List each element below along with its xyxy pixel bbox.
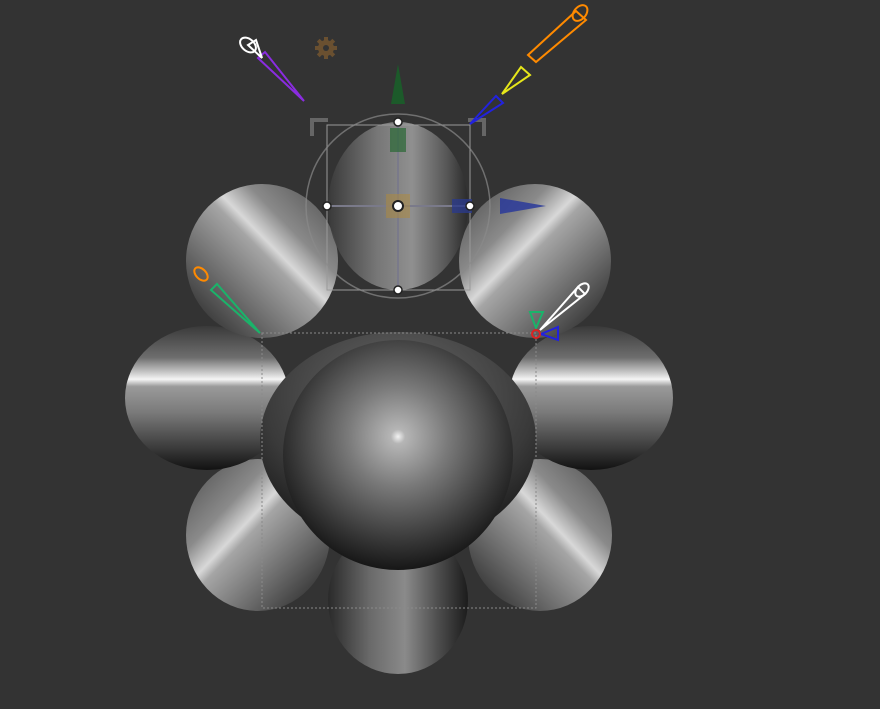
gizmo-point-top[interactable] — [393, 117, 403, 127]
gear-icon[interactable] — [315, 37, 337, 59]
gizmo-y-arrow[interactable] — [391, 64, 405, 104]
3d-viewport[interactable] — [0, 0, 880, 709]
light-blue-top[interactable] — [469, 94, 505, 125]
light-purple[interactable] — [237, 35, 305, 102]
gizmo-corner-tl[interactable] — [310, 118, 328, 136]
light-yellow[interactable] — [501, 65, 532, 95]
gizmo-point-center[interactable] — [392, 200, 404, 212]
gizmo-point-left[interactable] — [322, 201, 332, 211]
gizmo-y-handle[interactable] — [390, 128, 406, 152]
sphere-upper-left[interactable] — [186, 184, 338, 338]
scene-canvas[interactable] — [0, 0, 880, 709]
gizmo-point-right[interactable] — [465, 201, 475, 211]
gizmo-point-bottom[interactable] — [393, 285, 403, 295]
light-orange[interactable] — [526, 2, 590, 64]
sphere-center[interactable] — [283, 340, 513, 570]
